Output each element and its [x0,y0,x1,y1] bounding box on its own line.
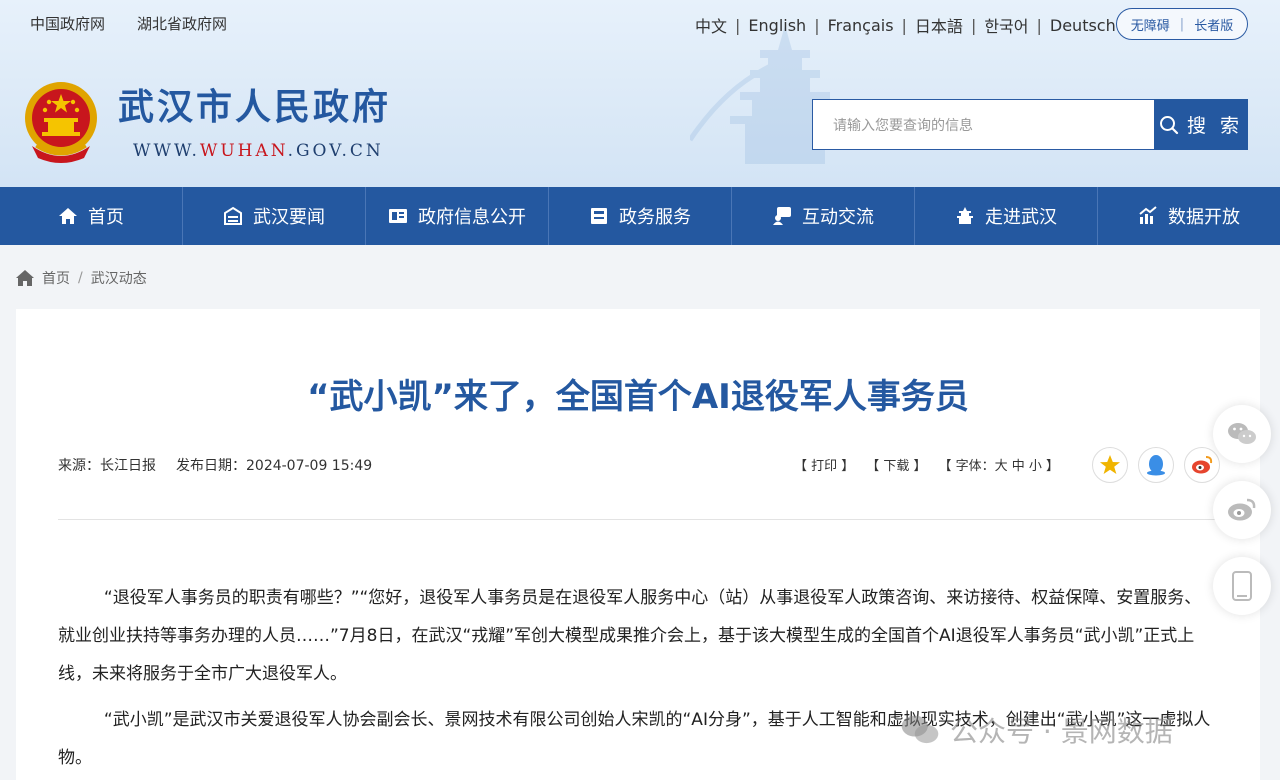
nav-item-news[interactable]: 武汉要闻 [183,187,366,245]
nav-item-landmark[interactable]: 走进武汉 [915,187,1098,245]
article-paragraph: “退役军人事务员的职责有哪些？”“您好，退役军人事务员是在退役军人服务中心（站）… [58,588,1202,684]
float-wechat-button[interactable] [1213,405,1271,463]
qzone-star-icon [1100,455,1120,474]
font-size-controls[interactable]: 【 字体：大 中 小 】 [939,455,1060,474]
accessibility-toggle: 无障碍 | 长者版 [1116,8,1248,40]
home-icon [16,270,34,286]
qq-penguin-icon [1147,455,1165,476]
breadcrumb: 首页 / 武汉动态 [16,268,147,288]
nav-item-service[interactable]: 政务服务 [549,187,732,245]
lang-chinese[interactable]: 中文 [695,13,727,37]
interaction-icon [773,207,791,225]
print-button[interactable]: 【 打印 】 [794,455,854,474]
news-icon [224,206,242,225]
language-bar: 中文 | English | Français | 日本語 | 한국어 | Deutsch [695,13,1116,37]
site-url: WWW.WUHAN.GOV.CN [133,141,384,161]
floating-share-bar [1213,405,1271,615]
link-china-gov[interactable]: 中国政府网 [30,13,105,34]
site-title: 武汉市人民政府 [118,87,392,128]
search-icon [1159,115,1179,134]
article-title: “武小凯”来了，全国首个AI退役军人事务员 [307,377,969,417]
nav-item-open-data[interactable]: 数据开放 [1098,187,1280,245]
lang-english[interactable]: English [748,16,806,35]
mobile-phone-icon [1232,571,1252,601]
search-button-label: 搜 索 [1186,115,1244,137]
nav-label: 首页 [88,207,124,228]
download-button[interactable]: 【 下载 】 [866,455,926,474]
site-header: 中国政府网 湖北省政府网 中文 | English | Français | 日本語 |… [0,0,1280,187]
float-mobile-button[interactable] [1213,557,1271,615]
nav-label: 互动交流 [802,207,874,228]
main-nav: 首页 武汉要闻 政府信息公开 政务服务 互动交流 走进武汉 数据开放 [0,187,1280,245]
data-chart-icon [1139,206,1157,224]
weibo-icon [1228,498,1256,521]
nav-item-home[interactable]: 首页 [0,187,183,245]
nav-label: 政府信息公开 [418,207,526,228]
nav-label: 走进武汉 [985,207,1057,228]
top-left-links: 中国政府网 湖北省政府网 [30,13,227,34]
service-icon [591,208,607,224]
nav-item-interaction[interactable]: 互动交流 [732,187,915,245]
breadcrumb-home[interactable]: 首页 [42,268,70,288]
article-tools: 【 打印 】 【 下载 】 【 字体：大 中 小 】 [794,455,1059,474]
article-date: 发布日期：2024-07-09 15:49 [176,458,373,474]
lang-korean[interactable]: 한국어 [984,13,1028,37]
barrier-free-link[interactable]: 无障碍 [1131,15,1170,34]
share-qq-button[interactable] [1138,447,1174,483]
lang-japanese[interactable]: 日本語 [915,13,963,37]
nav-item-info-disclosure[interactable]: 政府信息公开 [366,187,549,245]
wechat-account-watermark: 公众号 · 景网数据 [900,710,1173,750]
nav-label: 武汉要闻 [253,207,325,228]
wechat-icon [1228,423,1256,444]
article-source: 来源：长江日报 [58,458,156,474]
elder-mode-link[interactable]: 长者版 [1194,15,1233,34]
search-button[interactable]: 搜 索 [1154,99,1248,150]
link-hubei-gov[interactable]: 湖北省政府网 [137,13,227,34]
divider [58,519,1218,520]
national-emblem-icon [25,82,97,163]
nav-label: 数据开放 [1168,207,1240,228]
float-weibo-button[interactable] [1213,481,1271,539]
search-bar: 请输入您要查询的信息 搜 索 [812,99,1248,150]
breadcrumb-current[interactable]: 武汉动态 [91,268,147,288]
share-buttons [1092,447,1220,483]
home-icon [59,208,77,224]
info-disclosure-icon [389,209,407,223]
lang-french[interactable]: Français [828,16,894,35]
nav-label: 政务服务 [619,207,691,228]
wechat-icon [901,715,939,744]
article-meta: 来源：长江日报 发布日期：2024-07-09 15:49 [58,455,372,475]
weibo-icon [1192,456,1213,474]
share-qzone-button[interactable] [1092,447,1128,483]
landmark-icon [957,207,973,224]
search-input[interactable]: 请输入您要查询的信息 [812,99,1154,150]
lang-german[interactable]: Deutsch [1050,16,1116,35]
watermark-text: 公众号 · 景网数据 [950,715,1173,748]
